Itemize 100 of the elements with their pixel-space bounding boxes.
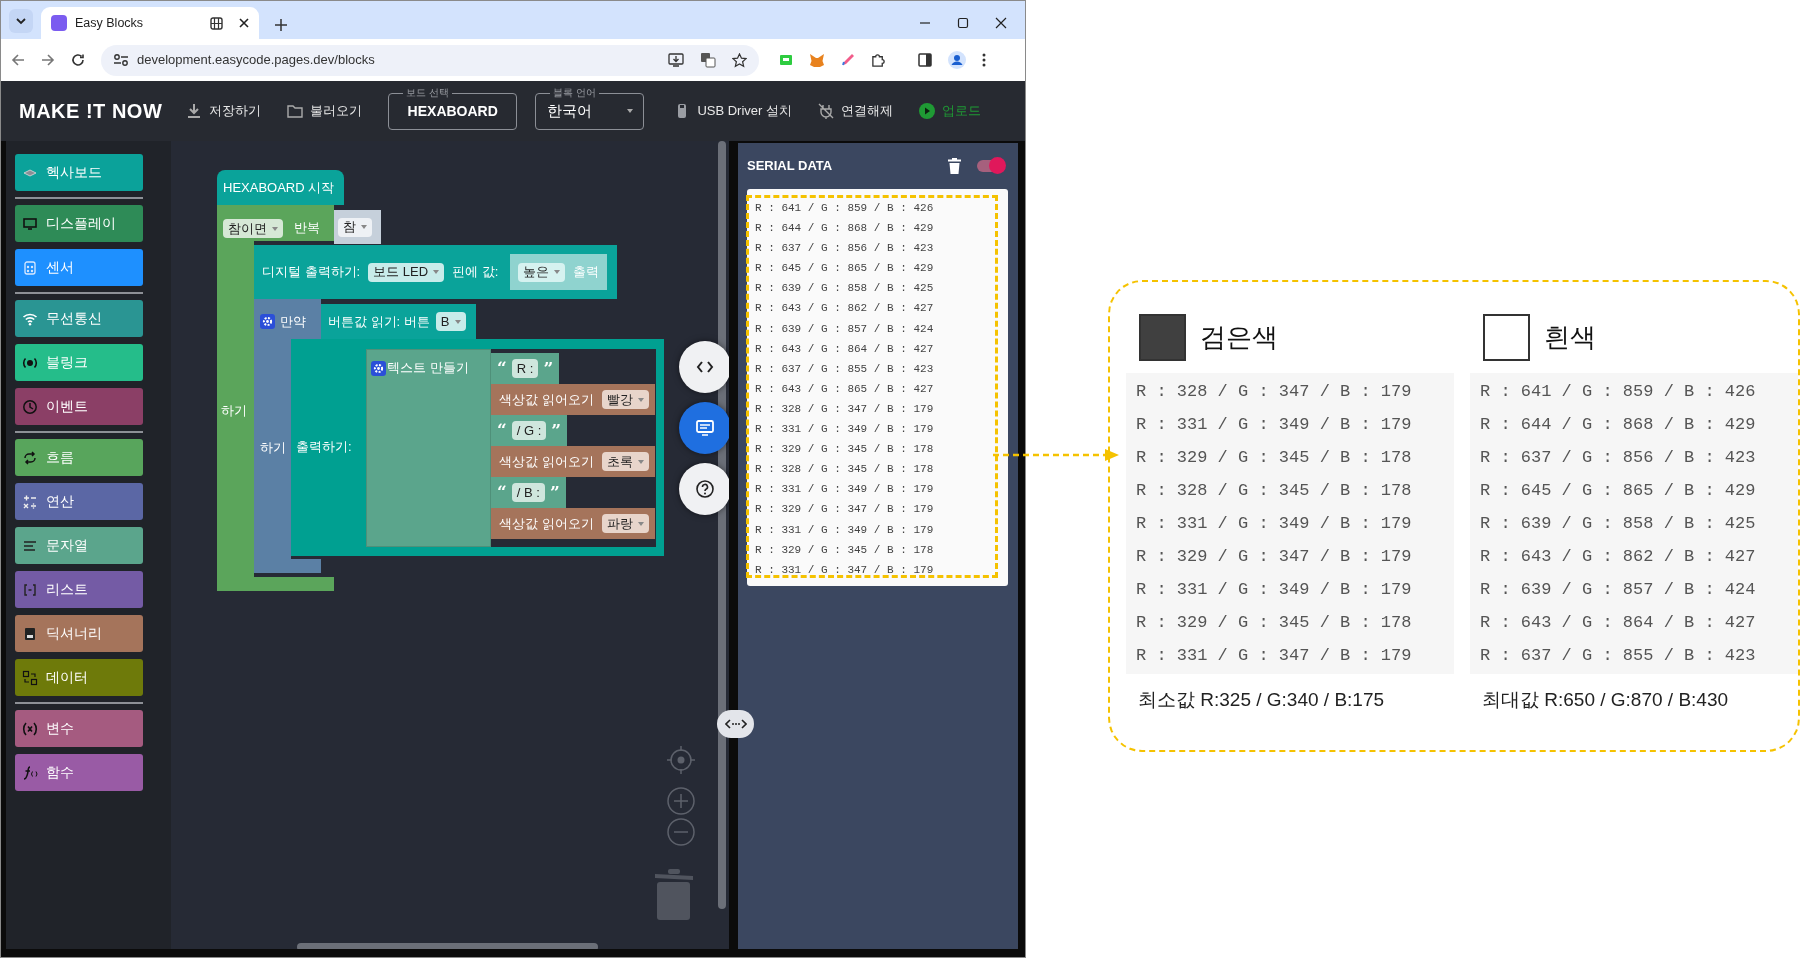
dropdown-field[interactable]: 참이면 — [223, 219, 283, 238]
browser-tab[interactable]: Easy Blocks — [41, 7, 259, 39]
download-icon — [186, 103, 203, 119]
install-icon[interactable] — [668, 53, 684, 67]
category-item[interactable]: 리스트 — [15, 571, 143, 608]
quote-mark: “ — [497, 422, 507, 439]
disconnect-button[interactable]: 연결해제 — [818, 101, 893, 121]
help-icon — [695, 479, 715, 499]
reading-line: R : 331 / G : 349 / B : 179 — [1136, 414, 1413, 436]
grid-icon[interactable] — [210, 16, 223, 30]
category-item[interactable]: 연산 — [15, 483, 143, 520]
dropdown-field[interactable]: 빨강 — [602, 390, 649, 409]
color-read-block[interactable]: 색상값 읽어오기 빨강 — [491, 384, 655, 415]
button-read-block[interactable]: 버튼값 읽기: 버튼 B — [321, 304, 476, 339]
forward-icon[interactable] — [41, 53, 55, 67]
console-button[interactable] — [679, 402, 729, 454]
block-label: 출력하기: — [296, 439, 352, 455]
puzzle-icon[interactable] — [871, 52, 886, 68]
folder-icon — [287, 103, 304, 119]
plus-icon[interactable] — [275, 19, 287, 31]
category-item[interactable]: 이벤트 — [15, 388, 143, 425]
text-block[interactable]: “ / B : ” — [491, 477, 566, 508]
translate-icon[interactable] — [700, 52, 716, 68]
text-field[interactable]: / G : — [511, 421, 547, 440]
caret-icon — [627, 109, 634, 113]
log-line: R : 329 / G : 347 / B : 179 — [755, 502, 935, 518]
close-icon[interactable] — [239, 18, 249, 28]
toggle-switch[interactable] — [977, 160, 1003, 172]
reading-line: R : 328 / G : 347 / B : 179 — [1136, 381, 1413, 403]
dropdown-field[interactable]: B — [435, 312, 466, 331]
star-icon[interactable] — [732, 52, 747, 68]
tab-title: Easy Blocks — [75, 14, 144, 32]
dropdown-field[interactable]: 파랑 — [602, 514, 649, 533]
pen-icon[interactable] — [841, 53, 855, 67]
caret-icon — [638, 397, 644, 402]
reading-line: R : 639 / G : 857 / B : 424 — [1480, 579, 1757, 601]
help-button[interactable] — [679, 463, 729, 515]
upload-button[interactable]: 업로드 — [919, 101, 981, 121]
sensor-icon — [22, 259, 38, 276]
log-line: R : 331 / G : 347 / B : 179 — [755, 562, 935, 578]
fox-icon[interactable] — [809, 52, 825, 68]
trash-icon[interactable] — [948, 158, 961, 174]
gear-icon[interactable] — [260, 314, 275, 329]
category-item[interactable]: 무선통신 — [15, 300, 143, 337]
caret-icon — [554, 270, 561, 274]
log-line: R : 329 / G : 345 / B : 178 — [755, 442, 935, 458]
dropdown-field[interactable]: 높은 — [518, 262, 566, 282]
reading-line: R : 641 / G : 859 / B : 426 — [1480, 381, 1757, 403]
code-button[interactable] — [679, 341, 729, 393]
select-legend: 블록 언어 — [550, 85, 599, 100]
category-item[interactable]: 데이터 — [15, 659, 143, 696]
text-block[interactable]: “ / G : ” — [491, 415, 568, 446]
address-bar[interactable]: development.easycode.pages.dev/blocks — [101, 44, 759, 76]
text-field[interactable]: R : — [511, 359, 539, 378]
reading-line: R : 643 / G : 864 / B : 427 — [1480, 612, 1757, 634]
digital-write-block[interactable]: 디지털 출력하기: 보드 LED 핀에 값: 높은 출력 — [254, 245, 617, 299]
text-field[interactable]: / B : — [511, 483, 545, 502]
scrollbar[interactable] — [297, 943, 598, 949]
caret-icon — [638, 521, 644, 526]
log-line: R : 645 / G : 865 / B : 429 — [755, 261, 935, 277]
loop-icon — [22, 449, 38, 466]
block-label: 반복 — [294, 220, 320, 236]
category-item[interactable]: 딕셔너리 — [15, 615, 143, 652]
category-item[interactable]: 디스플레이 — [15, 205, 143, 242]
condition-block[interactable]: 참 — [334, 210, 381, 244]
category-item[interactable]: 함수 — [15, 754, 143, 791]
log-line: R : 643 / G : 862 / B : 427 — [755, 301, 935, 317]
block-label: 색상값 읽어오기 — [499, 453, 594, 470]
reading-line: R : 645 / G : 865 / B : 429 — [1480, 480, 1757, 502]
quote-mark: ” — [549, 484, 560, 501]
book-icon — [22, 625, 38, 642]
clock-icon — [22, 398, 38, 415]
category-item[interactable]: 변수 — [15, 710, 143, 747]
side-panel-icon[interactable] — [918, 53, 932, 67]
dropdown-field[interactable]: 초록 — [602, 452, 649, 471]
tab-list-button[interactable] — [9, 9, 33, 33]
menu-icon[interactable] — [982, 53, 986, 67]
site-settings-icon[interactable] — [113, 53, 129, 67]
reload-icon[interactable] — [71, 53, 85, 67]
maximize-icon[interactable] — [957, 17, 969, 29]
block-label: 하기 — [260, 440, 286, 456]
profile-icon[interactable] — [948, 51, 966, 69]
quote-mark: ” — [543, 360, 554, 377]
close-icon[interactable] — [995, 17, 1007, 29]
back-icon[interactable] — [11, 53, 25, 67]
dropdown-field[interactable]: 참 — [338, 217, 372, 237]
reading-line: R : 329 / G : 347 / B : 179 — [1136, 546, 1413, 568]
text-block[interactable]: “ R : ” — [491, 353, 560, 384]
caret-icon — [454, 319, 461, 324]
usb-button[interactable]: USB Driver 설치 — [674, 101, 792, 121]
reading-line: R : 639 / G : 858 / B : 425 — [1480, 513, 1757, 535]
gear-icon[interactable] — [371, 361, 386, 376]
dropdown-field[interactable]: 보드 LED — [368, 262, 445, 282]
print-block[interactable] — [291, 339, 664, 556]
app-logo: MAKE !T NOW — [19, 99, 163, 124]
value-block[interactable]: 높은 출력 — [510, 254, 608, 290]
color-read-block[interactable]: 색상값 읽어오기 초록 — [491, 446, 655, 477]
save-button[interactable]: 저장하기 — [186, 101, 262, 121]
open-button[interactable]: 불러오기 — [287, 101, 363, 121]
color-read-block[interactable]: 색상값 읽어오기 파랑 — [491, 508, 655, 539]
